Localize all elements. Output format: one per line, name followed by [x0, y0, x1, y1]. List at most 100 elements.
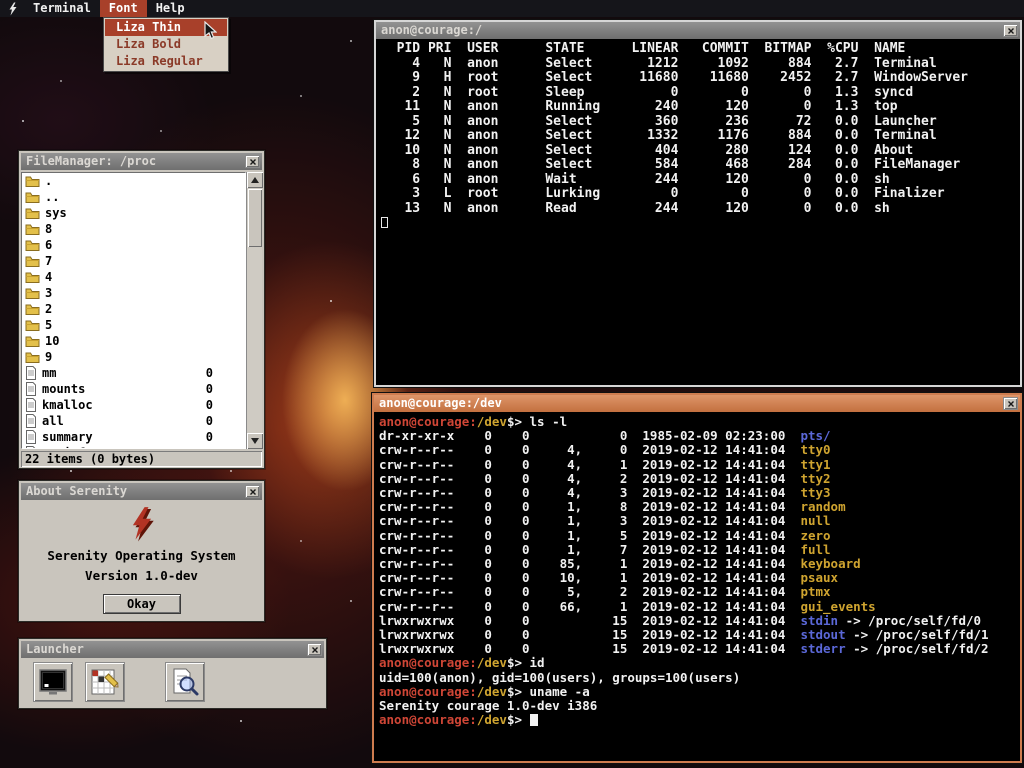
file-size: 0	[206, 429, 241, 445]
list-item[interactable]: 10	[22, 333, 245, 349]
file-name: 4	[45, 269, 52, 285]
titlebar-about[interactable]: About Serenity	[21, 483, 262, 500]
list-item[interactable]: kmalloc0	[22, 397, 245, 413]
titlebar-shell[interactable]: anon@courage:/dev	[374, 395, 1020, 412]
list-item[interactable]: 8	[22, 221, 245, 237]
file-icon	[25, 382, 37, 396]
folder-icon	[25, 271, 40, 284]
file-name: 3	[45, 285, 52, 301]
close-icon[interactable]	[307, 643, 322, 656]
file-name: 2	[45, 301, 52, 317]
file-icon	[25, 430, 37, 444]
list-item[interactable]: 4	[22, 269, 245, 285]
folder-icon	[25, 255, 40, 268]
terminal-icon	[38, 667, 68, 697]
launcher-terminal-button[interactable]	[33, 662, 73, 702]
file-name: 10	[45, 333, 59, 349]
mouse-cursor	[204, 21, 217, 44]
list-item[interactable]: cpuinfo	[22, 445, 245, 449]
file-size: 0	[206, 397, 241, 413]
serenity-logo-icon[interactable]	[6, 2, 24, 16]
file-name: 7	[45, 253, 52, 269]
about-window: About Serenity Serenity Operating System…	[18, 480, 265, 622]
close-icon[interactable]	[245, 485, 260, 498]
folder-icon	[25, 287, 40, 300]
launcher-fonteditor-button[interactable]	[85, 662, 125, 702]
folder-icon	[25, 239, 40, 252]
list-item[interactable]: 6	[22, 237, 245, 253]
window-title: anon@courage:/dev	[379, 395, 1003, 412]
list-item[interactable]: mounts 0	[22, 381, 245, 397]
list-item[interactable]: ..	[22, 189, 245, 205]
status-bar: 22 items (0 bytes)	[21, 451, 262, 467]
titlebar-launcher[interactable]: Launcher	[21, 641, 324, 658]
file-name: summary	[42, 429, 93, 445]
titlebar-process[interactable]: anon@courage:/	[376, 22, 1020, 39]
file-size: 0	[206, 365, 241, 381]
about-line-1: Serenity Operating System	[47, 546, 235, 566]
folder-icon	[25, 175, 40, 188]
folder-icon	[25, 303, 40, 316]
menubar: TerminalFontHelp	[0, 0, 1024, 17]
list-item[interactable]: 2	[22, 301, 245, 317]
folder-icon	[25, 191, 40, 204]
font-editor-icon	[90, 667, 120, 697]
file-name: 6	[45, 237, 52, 253]
file-size: 0	[206, 413, 241, 429]
process-output[interactable]: PID PRI USER STATE LINEAR COMMIT BITMAP …	[376, 39, 1020, 385]
list-item[interactable]: summary 0	[22, 429, 245, 445]
list-item[interactable]: all0	[22, 413, 245, 429]
window-title: anon@courage:/	[381, 22, 1003, 39]
list-item[interactable]: 9	[22, 349, 245, 365]
list-item[interactable]: mm 0	[22, 365, 245, 381]
serenity-bolt-logo	[129, 506, 155, 546]
file-icon	[25, 446, 37, 449]
close-icon[interactable]	[245, 155, 260, 168]
block-cursor	[530, 714, 538, 726]
file-size: 0	[206, 381, 241, 397]
close-icon[interactable]	[1003, 397, 1018, 410]
okay-button[interactable]: Okay	[103, 594, 181, 614]
file-icon	[25, 366, 37, 380]
menu-terminal[interactable]: Terminal	[24, 0, 100, 17]
close-icon[interactable]	[1003, 24, 1018, 37]
window-title: FileManager: /proc	[26, 153, 245, 170]
magnifier-icon	[170, 667, 200, 697]
shell-output[interactable]: anon@courage:/dev$> ls -l dr-xr-xr-x 0 0…	[374, 412, 1020, 761]
file-name: .	[45, 173, 52, 189]
file-name: 5	[45, 317, 52, 333]
list-item[interactable]: 7	[22, 253, 245, 269]
folder-icon	[25, 335, 40, 348]
file-name: sys	[45, 205, 67, 221]
folder-icon	[25, 351, 40, 364]
scrollbar-thumb[interactable]	[248, 189, 262, 247]
list-item[interactable]: .	[22, 173, 245, 189]
menu-help[interactable]: Help	[147, 0, 194, 17]
folder-icon	[25, 223, 40, 236]
window-title: About Serenity	[26, 483, 245, 500]
file-name: 9	[45, 349, 52, 365]
terminal-window-top: anon@courage:/ PID PRI USER STATE LINEAR…	[374, 20, 1022, 387]
scroll-up-button[interactable]	[247, 172, 263, 188]
terminal-window-dev: anon@courage:/dev anon@courage:/dev$> ls…	[372, 393, 1022, 763]
launcher-filesearch-button[interactable]	[165, 662, 205, 702]
list-item[interactable]: 3	[22, 285, 245, 301]
file-icon	[25, 414, 37, 428]
menu-font[interactable]: Font	[100, 0, 147, 17]
scroll-down-button[interactable]	[247, 433, 263, 449]
file-name: 8	[45, 221, 52, 237]
folder-icon	[25, 319, 40, 332]
filemanager-window: FileManager: /proc . .. sys 8 6 7 4 3 2 …	[18, 150, 265, 469]
about-line-2: Version 1.0-dev	[85, 566, 198, 586]
menubar-items: TerminalFontHelp	[24, 0, 194, 17]
list-item[interactable]: 5	[22, 317, 245, 333]
folder-icon	[25, 207, 40, 220]
window-title: Launcher	[26, 641, 307, 658]
list-item[interactable]: sys	[22, 205, 245, 221]
hollow-cursor	[381, 217, 388, 228]
titlebar-filemanager[interactable]: FileManager: /proc	[21, 153, 262, 170]
file-name: mm	[42, 365, 56, 381]
file-name: mounts	[42, 381, 85, 397]
menu-item-liza-regular[interactable]: Liza Regular	[105, 53, 227, 70]
file-icon	[25, 398, 37, 412]
